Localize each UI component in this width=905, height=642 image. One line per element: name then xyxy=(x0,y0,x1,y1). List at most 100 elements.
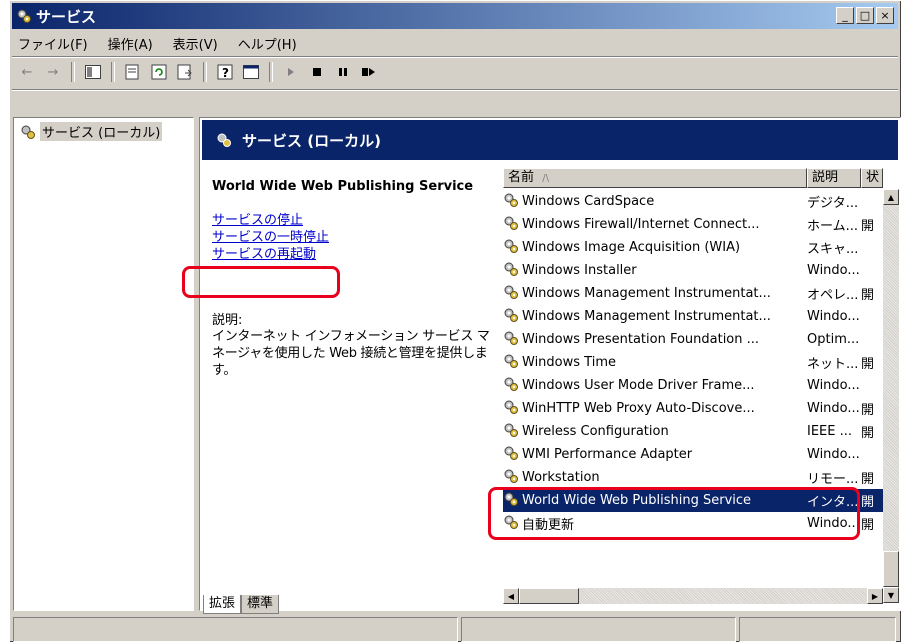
tree-item-services-local[interactable]: サービス (ローカル) xyxy=(20,122,163,141)
column-header-description[interactable]: 説明 xyxy=(807,168,861,188)
table-row[interactable]: WMI Performance Adapter Windo... xyxy=(503,443,883,466)
table-row[interactable]: Windows Management Instrumentat... Windo.… xyxy=(503,305,883,328)
service-description: インタ... xyxy=(807,495,859,510)
service-name-cell: Windows Installer xyxy=(503,261,807,281)
service-gear-icon xyxy=(503,215,519,235)
details-pane: サービス (ローカル) World Wide Web Publishing Se… xyxy=(199,117,901,611)
title-bar[interactable]: サービス _ □ × xyxy=(12,3,898,29)
service-gear-icon xyxy=(503,491,519,511)
export-list-icon[interactable] xyxy=(174,61,196,83)
table-row[interactable]: Windows Time ネット... 開 xyxy=(503,351,883,374)
service-name: Windows Management Instrumentat... xyxy=(522,309,771,324)
maximize-button[interactable]: □ xyxy=(856,7,874,24)
service-gear-icon xyxy=(503,307,519,327)
vertical-scrollbar[interactable]: ▲ ▼ xyxy=(883,189,899,603)
svg-text:?: ? xyxy=(222,66,229,80)
menu-file[interactable]: ファイル(F) xyxy=(16,34,90,53)
show-hide-tree-icon[interactable] xyxy=(82,61,104,83)
service-name: Windows CardSpace xyxy=(522,194,655,209)
service-name: 自動更新 xyxy=(522,518,575,533)
back-arrow-icon[interactable]: ← xyxy=(16,61,38,83)
table-row[interactable]: Windows User Mode Driver Frame... Windo..… xyxy=(503,374,883,397)
scroll-up-icon[interactable]: ▲ xyxy=(883,189,899,205)
service-status: 開 xyxy=(861,472,875,487)
horizontal-scrollbar[interactable]: ◀ ▶ xyxy=(503,588,883,604)
pause-service-icon[interactable] xyxy=(332,61,354,83)
sort-ascending-icon: /\ xyxy=(542,173,550,184)
service-name-cell: Windows Firewall/Internet Connect... xyxy=(503,215,807,235)
service-description: Windo... xyxy=(807,378,860,393)
properties-icon[interactable] xyxy=(122,61,144,83)
column-header-row: 名前 /\ 説明 状 xyxy=(503,168,883,188)
service-name-cell: Windows User Mode Driver Frame... xyxy=(503,376,807,396)
menu-view[interactable]: 表示(V) xyxy=(171,34,220,53)
table-row[interactable]: Windows CardSpace デジタ... xyxy=(503,190,883,213)
service-description: リモー... xyxy=(807,472,859,487)
description-text: インターネット インフォメーション サービス マネージャを使用した Web 接続… xyxy=(212,329,490,378)
scroll-right-icon[interactable]: ▶ xyxy=(867,588,883,604)
service-status: 開 xyxy=(861,518,875,533)
table-row[interactable]: Windows Installer Windo... xyxy=(503,259,883,282)
service-description: ネット... xyxy=(807,357,859,372)
table-row[interactable]: Windows Image Acquisition (WIA) スキャ... xyxy=(503,236,883,259)
pane-header-title: サービス (ローカル) xyxy=(242,132,381,150)
table-row[interactable]: Windows Management Instrumentat... オペレ...… xyxy=(503,282,883,305)
service-gear-icon xyxy=(503,468,519,488)
service-name: WinHTTP Web Proxy Auto-Discove... xyxy=(522,401,755,416)
restart-service-link[interactable]: サービスの再起動 xyxy=(212,246,497,263)
tab-extended[interactable]: 拡張 xyxy=(203,595,242,614)
console-icon[interactable] xyxy=(240,61,262,83)
service-name-cell: Windows CardSpace xyxy=(503,192,807,212)
service-description: オペレ... xyxy=(807,288,859,303)
scroll-left-icon[interactable]: ◀ xyxy=(503,588,519,604)
service-gear-icon xyxy=(503,422,519,442)
stop-service-link[interactable]: サービスの停止 xyxy=(212,212,497,229)
refresh-icon[interactable] xyxy=(148,61,170,83)
stop-service-icon[interactable] xyxy=(306,61,328,83)
help-icon[interactable]: ? xyxy=(214,61,236,83)
service-name-cell: Windows Management Instrumentat... xyxy=(503,307,807,327)
service-gear-icon xyxy=(503,445,519,465)
forward-arrow-icon[interactable]: → xyxy=(42,61,64,83)
minimize-button[interactable]: _ xyxy=(836,7,854,24)
pause-service-link[interactable]: サービスの一時停止 xyxy=(212,229,497,246)
toolbar-divider xyxy=(12,89,898,91)
menu-divider xyxy=(12,56,898,58)
table-row[interactable]: 自動更新 Windo... 開 xyxy=(503,512,883,535)
service-status: 開 xyxy=(861,288,875,303)
service-gear-icon xyxy=(503,376,519,396)
scroll-thumb[interactable] xyxy=(883,551,899,587)
service-name-cell: WMI Performance Adapter xyxy=(503,445,807,465)
horizontal-scroll-thumb[interactable] xyxy=(519,588,579,604)
service-description: Optim... xyxy=(807,332,860,347)
service-gear-icon xyxy=(503,238,519,258)
service-name: Windows Time xyxy=(522,355,616,370)
close-button[interactable]: × xyxy=(876,7,894,24)
service-gear-icon xyxy=(503,261,519,281)
service-name: Windows Firewall/Internet Connect... xyxy=(522,217,760,232)
menu-help[interactable]: ヘルプ(H) xyxy=(236,34,299,53)
column-header-name[interactable]: 名前 /\ xyxy=(503,168,807,188)
table-row[interactable]: WinHTTP Web Proxy Auto-Discove... Windo..… xyxy=(503,397,883,420)
tab-standard[interactable]: 標準 xyxy=(241,595,280,614)
service-description: Windo... xyxy=(807,516,860,531)
service-name-cell: Windows Presentation Foundation ... xyxy=(503,330,807,350)
table-row[interactable]: Workstation リモー... 開 xyxy=(503,466,883,489)
service-name-cell: Workstation xyxy=(503,468,807,488)
column-header-status[interactable]: 状 xyxy=(861,168,883,188)
restart-service-icon[interactable] xyxy=(358,61,380,83)
table-row[interactable]: World Wide Web Publishing Service インタ... 開 xyxy=(503,489,883,512)
table-row[interactable]: Windows Presentation Foundation ... Optim… xyxy=(503,328,883,351)
list-rows: Windows CardSpace デジタ... Windows Firewall/… xyxy=(503,189,883,587)
service-name-cell: 自動更新 xyxy=(503,514,807,534)
service-gear-icon xyxy=(503,514,519,534)
table-row[interactable]: Windows Firewall/Internet Connect... ホーム.… xyxy=(503,213,883,236)
start-service-icon[interactable] xyxy=(280,61,302,83)
menu-bar: ファイル(F) 操作(A) 表示(V) ヘルプ(H) xyxy=(16,32,299,54)
service-description: ホーム... xyxy=(807,219,859,234)
scroll-down-icon[interactable]: ▼ xyxy=(883,587,899,603)
menu-action[interactable]: 操作(A) xyxy=(106,34,155,53)
service-status: 開 xyxy=(861,426,875,441)
services-list: 名前 /\ 説明 状 Windows CardSpace デジタ... Window… xyxy=(503,168,899,608)
table-row[interactable]: Wireless Configuration IEEE ... 開 xyxy=(503,420,883,443)
